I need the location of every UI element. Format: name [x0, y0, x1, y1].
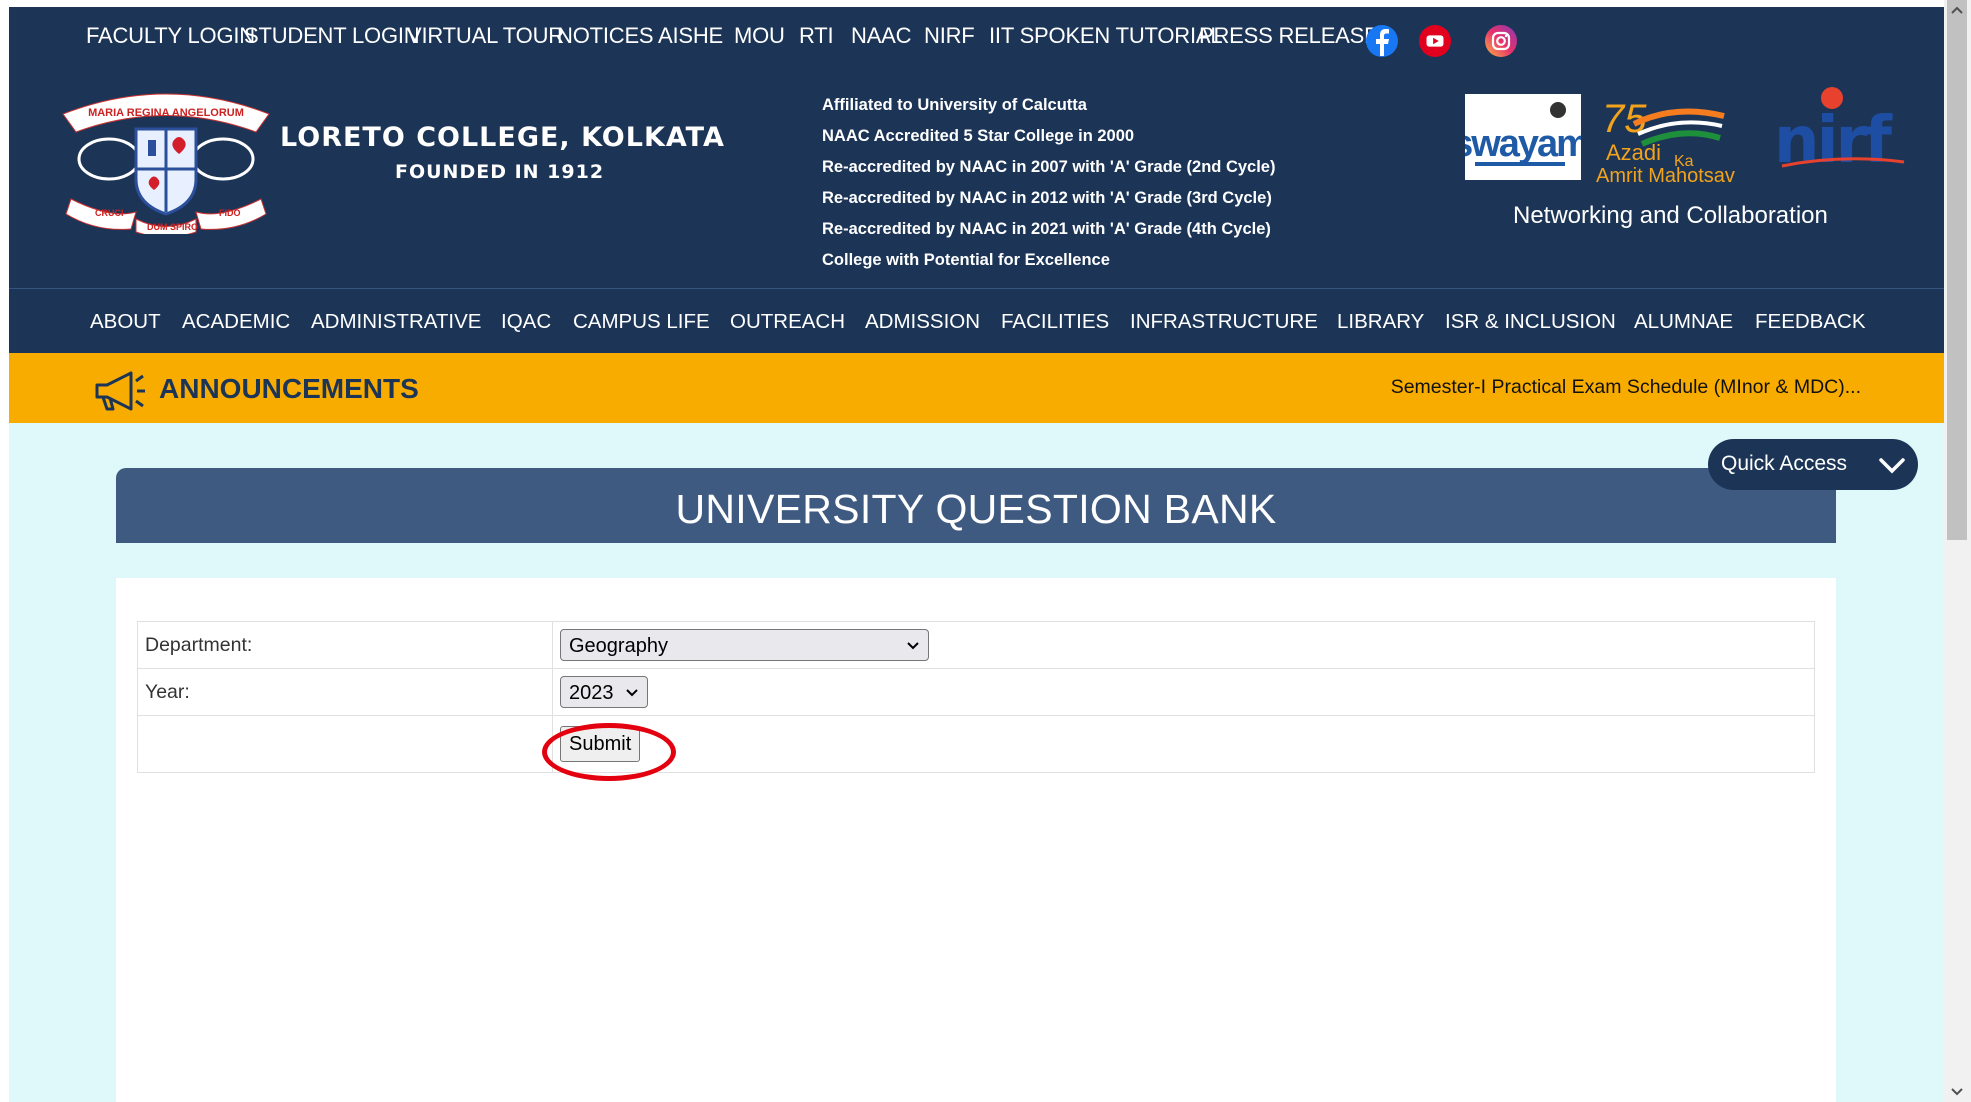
accreditation-line: NAAC Accredited 5 Star College in 2000 [822, 127, 1135, 145]
nav-facilities[interactable]: FACILITIES [1001, 310, 1109, 334]
aishe-link[interactable]: AISHE [658, 23, 723, 49]
faculty-login-link[interactable]: FACULTY LOGIN [86, 23, 255, 49]
announcements-title: ANNOUNCEMENTS [159, 373, 419, 404]
svg-text:swayam: swayam [1465, 123, 1581, 165]
nirf-logo[interactable]: nirf [1772, 84, 1912, 174]
svg-text:Amrit Mahotsav: Amrit Mahotsav [1596, 165, 1735, 186]
press-release-link[interactable]: PRESS RELEASE [1199, 23, 1379, 49]
department-label: Department: [137, 621, 553, 669]
student-login-link[interactable]: STUDENT LOGIN [244, 23, 420, 49]
svg-text:Azadi: Azadi [1606, 140, 1661, 165]
azadi-ka-amrit-mahotsav-logo[interactable]: 75 Azadi Ka Amrit Mahotsav [1594, 94, 1754, 186]
accreditation-line: Re-accredited by NAAC in 2007 with 'A' G… [822, 158, 1276, 176]
department-select[interactable]: Geography [560, 629, 929, 661]
announcements-bar: ANNOUNCEMENTS Semester-I Practical Exam … [9, 353, 1944, 423]
svg-text:MARIA REGINA ANGELORUM: MARIA REGINA ANGELORUM [88, 107, 244, 119]
form-row-department: Department: Geography [137, 621, 1815, 669]
nav-isr-inclusion[interactable]: ISR & INCLUSION [1445, 310, 1616, 334]
nav-administrative[interactable]: ADMINISTRATIVE [311, 310, 481, 334]
accreditation-line: College with Potential for Excellence [822, 251, 1110, 269]
page-title-band: UNIVERSITY QUESTION BANK [116, 468, 1836, 543]
college-name: LORETO COLLEGE, KOLKATA [280, 122, 725, 153]
college-crest-logo[interactable]: MARIA REGINA ANGELORUM CRUCI DUM SPIRO F… [51, 84, 281, 234]
year-selected-value: 2023 [569, 682, 614, 704]
youtube-icon[interactable] [1419, 25, 1451, 57]
iit-spoken-tutorial-link[interactable]: IIT SPOKEN TUTORIAL [989, 23, 1223, 49]
top-utility-bar: FACULTY LOGIN STUDENT LOGIN VIRTUAL TOUR… [9, 7, 1944, 65]
accreditation-line: Re-accredited by NAAC in 2021 with 'A' G… [822, 220, 1271, 238]
accreditation-line: Affiliated to University of Calcutta [822, 96, 1087, 114]
page: FACULTY LOGIN STUDENT LOGIN VIRTUAL TOUR… [9, 7, 1944, 1102]
accreditation-line: Re-accredited by NAAC in 2012 with 'A' G… [822, 189, 1272, 207]
nav-outreach[interactable]: OUTREACH [730, 310, 845, 334]
question-bank-form: Department: Geography Year: 2023 Submit [137, 621, 1815, 773]
chevron-down-icon [626, 689, 638, 697]
chevron-down-icon [907, 642, 919, 650]
nav-library[interactable]: LIBRARY [1337, 310, 1424, 334]
scroll-up-arrow-icon[interactable] [1949, 4, 1965, 16]
scrollbar-thumb[interactable] [1947, 0, 1967, 540]
main-navigation: ABOUT ACADEMIC ADMINISTRATIVE IQAC CAMPU… [9, 289, 1944, 353]
year-label: Year: [137, 668, 553, 716]
instagram-icon[interactable] [1485, 25, 1517, 57]
networking-collaboration-label: Networking and Collaboration [1513, 202, 1828, 229]
announcement-ticker-item[interactable]: Semester-I Practical Exam Schedule (MIno… [1391, 376, 1861, 399]
swayam-logo[interactable]: swayam [1465, 94, 1581, 180]
founded-year: FOUNDED IN 1912 [395, 161, 605, 183]
nav-iqac[interactable]: IQAC [501, 310, 551, 334]
megaphone-icon [95, 371, 145, 411]
quick-access-button[interactable]: Quick Access [1708, 439, 1918, 490]
virtual-tour-link[interactable]: VIRTUAL TOUR [407, 23, 564, 49]
svg-text:CRUCI: CRUCI [95, 208, 124, 218]
rti-link[interactable]: RTI [799, 23, 834, 49]
department-selected-value: Geography [569, 635, 668, 657]
mou-link[interactable]: MOU [734, 23, 785, 49]
scroll-down-arrow-icon[interactable] [1949, 1086, 1965, 1098]
notices-link[interactable]: NOTICES [557, 23, 654, 49]
quick-access-label: Quick Access [1721, 452, 1848, 475]
nirf-link[interactable]: NIRF [924, 23, 975, 49]
accreditation-list: Affiliated to University of Calcutta NAA… [822, 90, 1275, 276]
nav-about[interactable]: ABOUT [90, 310, 161, 334]
nav-alumnae[interactable]: ALUMNAE [1634, 310, 1733, 334]
year-select[interactable]: 2023 [560, 676, 648, 708]
nav-admission[interactable]: ADMISSION [865, 310, 980, 334]
nav-academic[interactable]: ACADEMIC [182, 310, 290, 334]
facebook-icon[interactable] [1366, 25, 1398, 57]
chevron-down-icon [1879, 458, 1905, 474]
svg-text:DUM SPIRO: DUM SPIRO [147, 222, 198, 232]
svg-text:FIDO: FIDO [219, 208, 241, 218]
naac-link[interactable]: NAAC [851, 23, 912, 49]
question-bank-content: Department: Geography Year: 2023 Submit [116, 578, 1836, 1102]
site-header: MARIA REGINA ANGELORUM CRUCI DUM SPIRO F… [9, 64, 1944, 289]
nav-infrastructure[interactable]: INFRASTRUCTURE [1130, 310, 1318, 334]
submit-button[interactable]: Submit [560, 726, 641, 762]
nav-campus-life[interactable]: CAMPUS LIFE [573, 310, 710, 334]
form-row-submit: Submit [137, 715, 1815, 773]
nav-feedback[interactable]: FEEDBACK [1755, 310, 1866, 334]
page-title: UNIVERSITY QUESTION BANK [675, 486, 1277, 532]
form-row-year: Year: 2023 [137, 668, 1815, 716]
